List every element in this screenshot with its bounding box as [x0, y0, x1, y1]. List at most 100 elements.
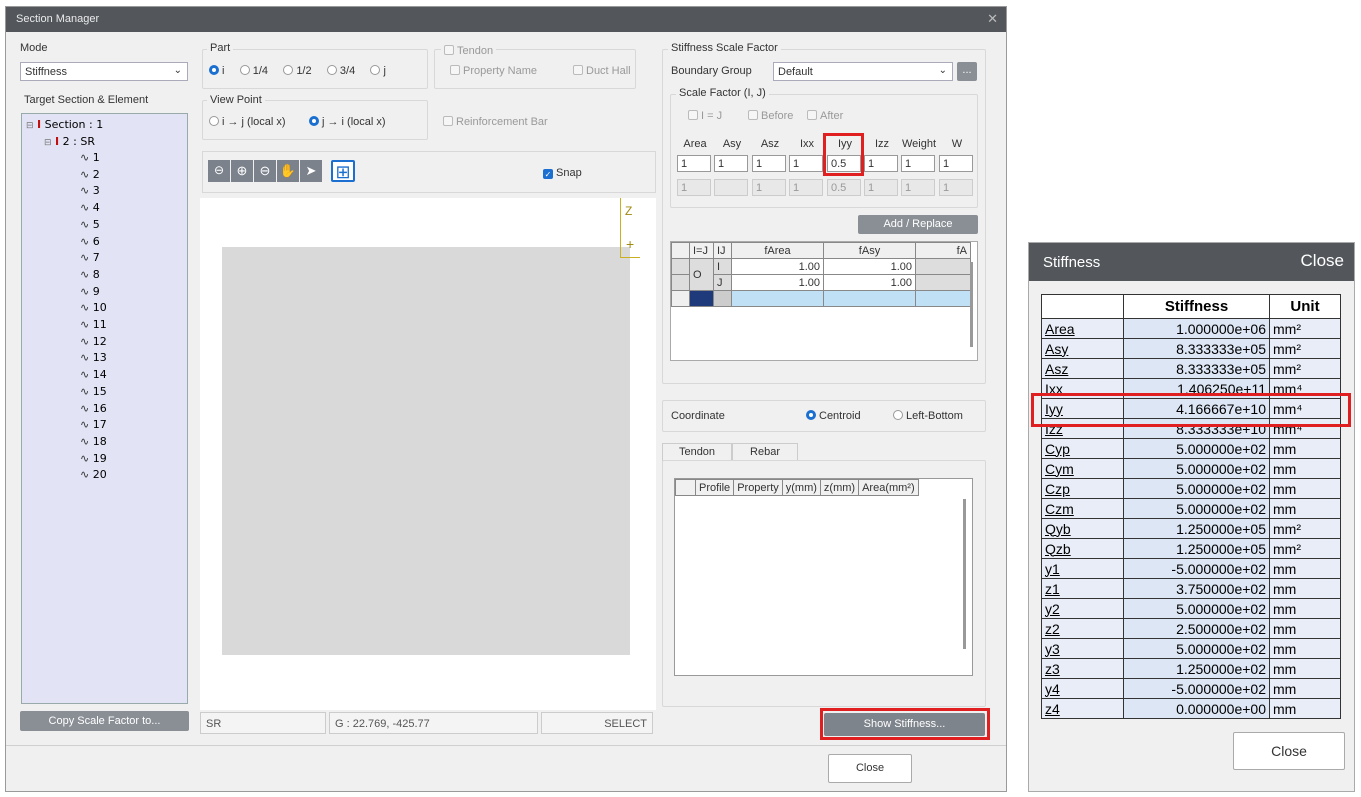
tree-section-node[interactable]: ⊟ I Section : 1 [26, 118, 103, 131]
stiffness-cell-value: 1.250000e+05 [1123, 518, 1270, 539]
grid-cell: I [713, 258, 732, 275]
scale-input-asz[interactable]: 1 [752, 155, 786, 172]
scale-factor-grid[interactable]: I=J IJ fArea fAsy fA O I 1.00 1.00 J 1.0… [670, 241, 978, 361]
tab-rebar[interactable]: Rebar [732, 443, 798, 461]
part-radio-three-quarter[interactable]: 3/4 [326, 65, 355, 77]
section-canvas[interactable]: Z + [200, 198, 656, 710]
tendon-checkbox[interactable]: Tendon [441, 45, 497, 57]
duct-hall-checkbox[interactable]: Duct Hall [573, 65, 631, 77]
tree-element-item[interactable]: ∿ 20 [80, 468, 107, 481]
table-row[interactable]: O I 1.00 1.00 [671, 258, 971, 291]
tree-element-item[interactable]: ∿ 19 [80, 452, 107, 465]
part-radio-i[interactable]: i [209, 65, 224, 77]
stiffness-close-button[interactable]: Close [1233, 732, 1345, 770]
grid-cell[interactable]: 1.00 [823, 274, 916, 291]
centroid-radio[interactable]: Centroid [806, 410, 861, 422]
close-button[interactable]: Close [828, 754, 912, 783]
tree-element-item[interactable]: ∿ 5 [80, 218, 100, 231]
grid-cell[interactable]: 1.00 [731, 258, 824, 275]
part-radio-j[interactable]: j [370, 65, 386, 77]
scale-input-izz[interactable]: 1 [864, 155, 898, 172]
stiffness-cell-name: Cym [1041, 458, 1124, 479]
pan-hand-icon[interactable]: ✋ [277, 160, 299, 182]
scale-input-j-asy [714, 179, 748, 196]
table-row: y1 -5.000000e+02 mm [1041, 558, 1341, 579]
tab-tendon[interactable]: Tendon [662, 443, 732, 461]
after-checkbox[interactable]: After [807, 110, 843, 122]
tree-sub-node[interactable]: ⊟ I 2 : SR [44, 135, 95, 148]
scale-factor-label: Scale Factor (I, J) [676, 87, 769, 99]
tree-element-item[interactable]: ∿ 4 [80, 201, 100, 214]
zoom-fit-icon[interactable]: ⊖ [208, 160, 230, 182]
tree-element-item[interactable]: ∿ 6 [80, 235, 100, 248]
viewpoint-radio-ji[interactable]: j → i (local x) [309, 116, 386, 128]
grid-cell[interactable]: 1.00 [731, 274, 824, 291]
add-replace-button[interactable]: Add / Replace [858, 215, 978, 234]
part-radio-quarter[interactable]: 1/4 [239, 65, 268, 77]
scale-header-izz: Izz [874, 138, 890, 150]
tree-element-item[interactable]: ∿ 1 [80, 151, 100, 164]
zoom-tools: ⊖ ⊕ ⊖ ✋ ➤ ⊞ [208, 160, 355, 182]
tree-element-item[interactable]: ∿ 17 [80, 418, 107, 431]
boundary-group-select[interactable]: Default ⌄ [773, 62, 953, 81]
scale-input-area[interactable]: 1 [677, 155, 711, 172]
boundary-group-value: Default [778, 66, 813, 78]
table-row-new[interactable] [671, 290, 971, 307]
boundary-group-more-button[interactable]: ... [957, 62, 977, 81]
section-view-icon[interactable]: ⊞ [331, 160, 355, 182]
tree-element-item[interactable]: ∿ 18 [80, 435, 107, 448]
mode-select[interactable]: Stiffness ⌄ [20, 62, 188, 81]
element-icon: ∿ [80, 167, 93, 181]
tree-element-item[interactable]: ∿ 2 [80, 168, 100, 181]
select-pointer-icon[interactable]: ➤ [300, 160, 322, 182]
rebar-table[interactable]: Profile Property y(mm) z(mm) Area(mm²) [674, 478, 973, 676]
scale-input-asy[interactable]: 1 [714, 155, 748, 172]
part-radio-half[interactable]: 1/2 [283, 65, 312, 77]
scale-input-weight[interactable]: 1 [901, 155, 935, 172]
tree-element-item[interactable]: ∿ 9 [80, 285, 100, 298]
scale-header-asy: Asy [722, 138, 742, 150]
stiffness-cell-value: -5.000000e+02 [1123, 678, 1270, 699]
property-name-checkbox[interactable]: Property Name [450, 65, 537, 77]
tree-element-item[interactable]: ∿ 8 [80, 268, 100, 281]
tree-element-item[interactable]: ∿ 12 [80, 335, 107, 348]
left-bottom-radio[interactable]: Left-Bottom [893, 410, 963, 422]
stiffness-cell-unit: mm [1269, 698, 1341, 719]
tree-element-item[interactable]: ∿ 16 [80, 402, 107, 415]
stiffness-table: Stiffness Unit Area 1.000000e+06 mm² Asy 8.3… [1041, 294, 1341, 719]
tree-element-item[interactable]: ∿ 7 [80, 251, 100, 264]
close-icon[interactable]: Close [1301, 251, 1344, 271]
stiffness-cell-unit: mm [1269, 478, 1341, 499]
tree-element-item[interactable]: ∿ 3 [80, 184, 100, 197]
close-icon[interactable]: ✕ [987, 11, 998, 27]
snap-checkbox[interactable]: ✓ Snap [543, 167, 582, 179]
scale-input-w[interactable]: 1 [939, 155, 973, 172]
tree-element-item[interactable]: ∿ 10 [80, 301, 107, 314]
i-eq-j-checkbox[interactable]: I = J [688, 110, 722, 122]
copy-scale-factor-button[interactable]: Copy Scale Factor to... [20, 711, 189, 731]
section-tree[interactable]: ⊟ I Section : 1 ⊟ I 2 : SR ∿ 1 ∿ 2 ∿ 3 ∿ 4 ∿… [21, 113, 188, 704]
grid-cell[interactable]: 1.00 [823, 258, 916, 275]
grid-scrollbar[interactable] [970, 262, 973, 347]
chevron-down-icon: ⌄ [938, 65, 947, 76]
rebar-scrollbar[interactable] [963, 499, 966, 649]
scale-header-asz: Asz [760, 138, 780, 150]
tree-element-label: 10 [92, 301, 107, 315]
tree-element-item[interactable]: ∿ 13 [80, 351, 107, 364]
stiffness-cell-name: Cyp [1041, 438, 1124, 459]
element-icon: ∿ [80, 451, 93, 465]
element-icon: ∿ [80, 334, 93, 348]
boundary-group-label: Boundary Group [671, 65, 752, 77]
tree-element-item[interactable]: ∿ 11 [80, 318, 107, 331]
zoom-out-icon[interactable]: ⊖ [254, 160, 276, 182]
viewpoint-radio-ij[interactable]: i → j (local x) [209, 116, 286, 128]
stiffness-cell-unit: mm² [1269, 338, 1341, 359]
table-row[interactable]: J 1.00 1.00 [671, 274, 971, 291]
before-checkbox[interactable]: Before [748, 110, 793, 122]
zoom-in-icon[interactable]: ⊕ [231, 160, 253, 182]
section-icon: I [37, 118, 42, 131]
scale-input-ixx[interactable]: 1 [789, 155, 823, 172]
reinforcement-bar-checkbox[interactable]: Reinforcement Bar [443, 116, 548, 128]
tree-element-item[interactable]: ∿ 15 [80, 385, 107, 398]
tree-element-item[interactable]: ∿ 14 [80, 368, 107, 381]
